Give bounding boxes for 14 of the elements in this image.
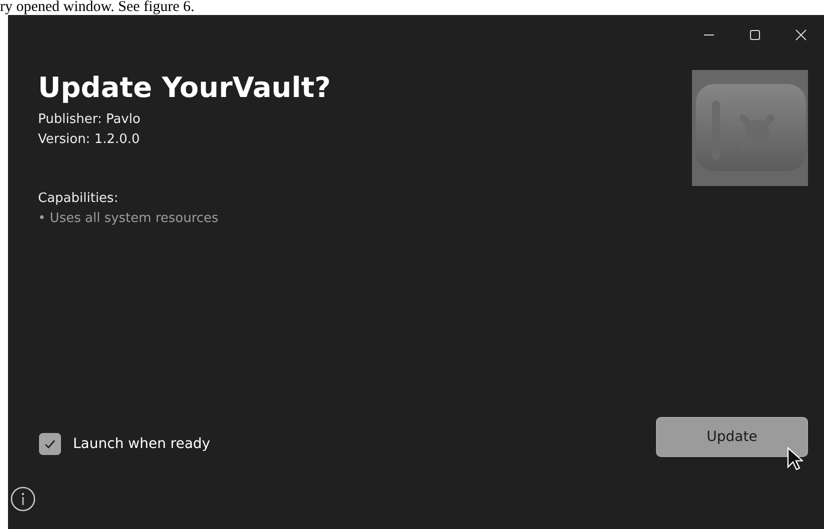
close-icon [795, 29, 807, 41]
publisher-text: Publisher: Pavlo [38, 111, 142, 129]
mouse-pointer-icon [787, 447, 803, 471]
capabilities-heading: Capabilities: [38, 190, 120, 208]
dialog-title: Update YourVault? [38, 70, 331, 106]
update-button[interactable]: Update [656, 417, 808, 457]
launch-checkbox-label: Launch when ready [73, 436, 210, 452]
info-icon[interactable] [10, 486, 36, 512]
capability-item: • Uses all system resources [38, 210, 220, 228]
caption-text: ry opened window. See figure 6. [0, 0, 194, 15]
maximize-icon [749, 29, 761, 41]
safe-icon [692, 70, 808, 186]
launch-checkbox[interactable] [39, 433, 61, 455]
version-text: Version: 1.2.0.0 [38, 131, 141, 149]
